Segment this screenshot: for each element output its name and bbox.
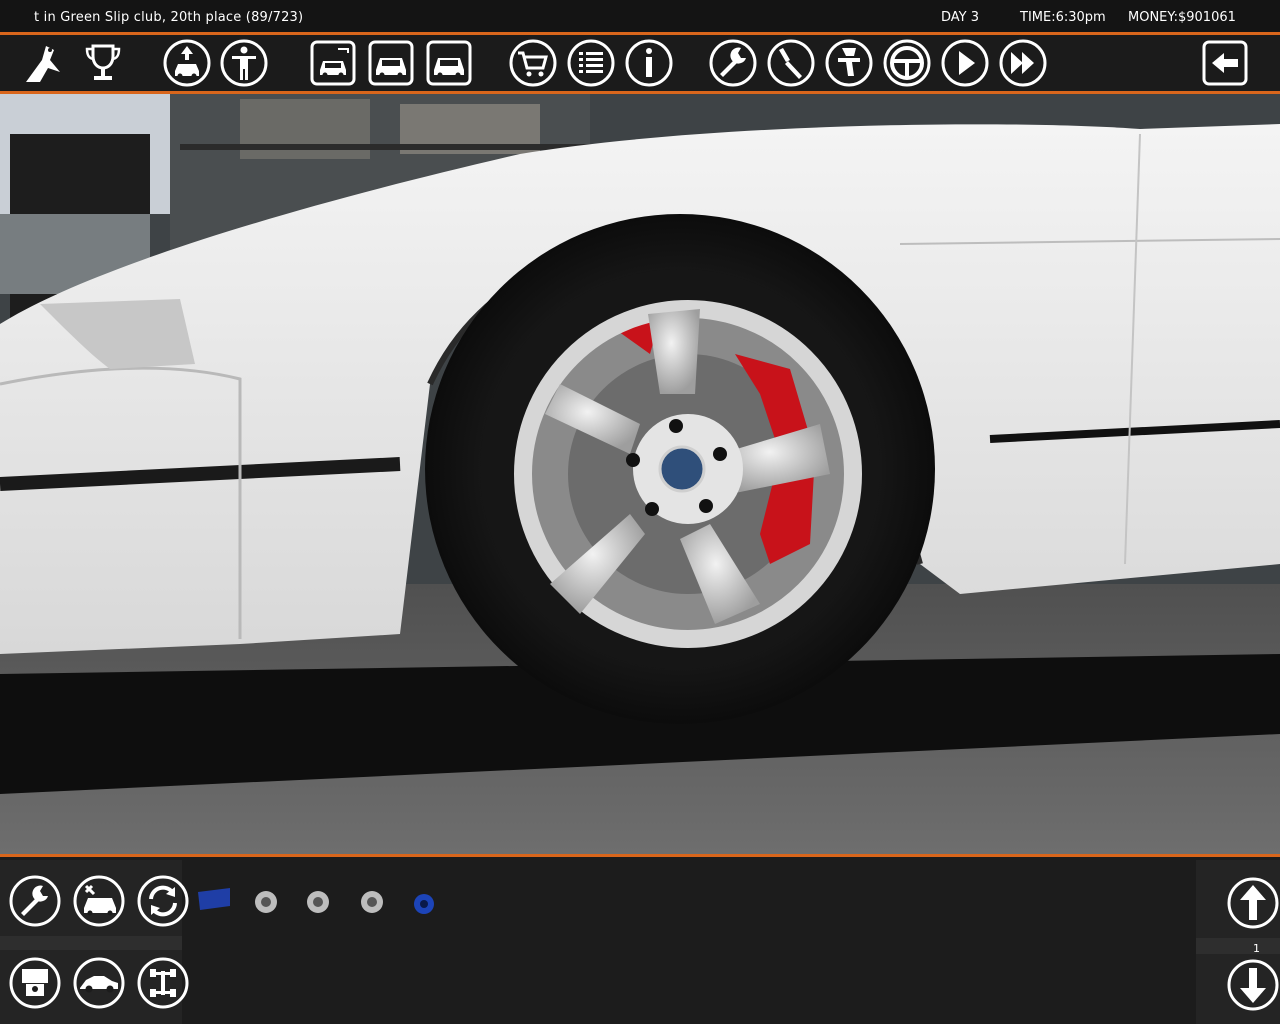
- bottom-panel: 1: [0, 854, 1280, 1024]
- club-logo-icon[interactable]: [20, 38, 70, 88]
- wrench-icon: [9, 875, 61, 927]
- part-thumbnail[interactable]: [406, 886, 442, 916]
- part-thumbnail[interactable]: [300, 886, 336, 916]
- page-controls-divider: [1196, 938, 1280, 954]
- wrench-icon[interactable]: [708, 38, 758, 88]
- page-down-button[interactable]: [1226, 958, 1279, 1011]
- back-button[interactable]: [1200, 38, 1250, 88]
- car-garage-3-icon[interactable]: [424, 38, 474, 88]
- screwdriver-icon[interactable]: [766, 38, 816, 88]
- arrow-down-icon: [1227, 959, 1279, 1011]
- back-arrow-icon: [1202, 40, 1248, 86]
- play-icon[interactable]: [940, 38, 990, 88]
- time-display: TIME:6:30pm: [1020, 10, 1106, 25]
- part-thumbnail[interactable]: [248, 886, 284, 916]
- money-display: MONEY:$901061: [1128, 10, 1236, 25]
- chassis-icon: [137, 957, 189, 1009]
- engine-piston-icon: [9, 957, 61, 1009]
- car-garage-2-icon[interactable]: [366, 38, 416, 88]
- trophy-icon[interactable]: [78, 38, 128, 88]
- list-icon[interactable]: [566, 38, 616, 88]
- repair-car-icon: [73, 875, 125, 927]
- steering-wheel-icon[interactable]: [882, 38, 932, 88]
- info-icon[interactable]: [624, 38, 674, 88]
- fast-forward-icon[interactable]: [998, 38, 1048, 88]
- arrow-up-icon: [1227, 877, 1279, 929]
- top-toolbar: [0, 32, 1280, 94]
- rotate-icon: [137, 875, 189, 927]
- paint-gun-icon[interactable]: [824, 38, 874, 88]
- tool-chassis-button[interactable]: [136, 956, 190, 1010]
- tool-rotate-button[interactable]: [136, 874, 190, 928]
- garage-scene: [0, 94, 1280, 854]
- tool-engine-button[interactable]: [8, 956, 62, 1010]
- page-up-button[interactable]: [1226, 876, 1279, 929]
- day-counter: DAY 3: [941, 10, 980, 25]
- shopping-cart-icon[interactable]: [508, 38, 558, 88]
- page-number: 1: [1253, 942, 1260, 955]
- part-thumbnail[interactable]: [196, 886, 232, 916]
- tool-repair-car-button[interactable]: [72, 874, 126, 928]
- event-status-text: t in Green Slip club, 20th place (89/723…: [34, 10, 304, 25]
- status-bar: t in Green Slip club, 20th place (89/723…: [0, 0, 1280, 32]
- car-3d-viewport[interactable]: [0, 94, 1280, 854]
- tool-car-body-button[interactable]: [72, 956, 126, 1010]
- part-thumbnail[interactable]: [354, 886, 390, 916]
- tool-grid-divider: [0, 936, 182, 950]
- car-garage-1-icon[interactable]: [308, 38, 358, 88]
- person-icon[interactable]: [219, 38, 269, 88]
- tool-wrench-button[interactable]: [8, 874, 62, 928]
- car-body-icon: [73, 957, 125, 1009]
- car-lift-icon[interactable]: [162, 38, 212, 88]
